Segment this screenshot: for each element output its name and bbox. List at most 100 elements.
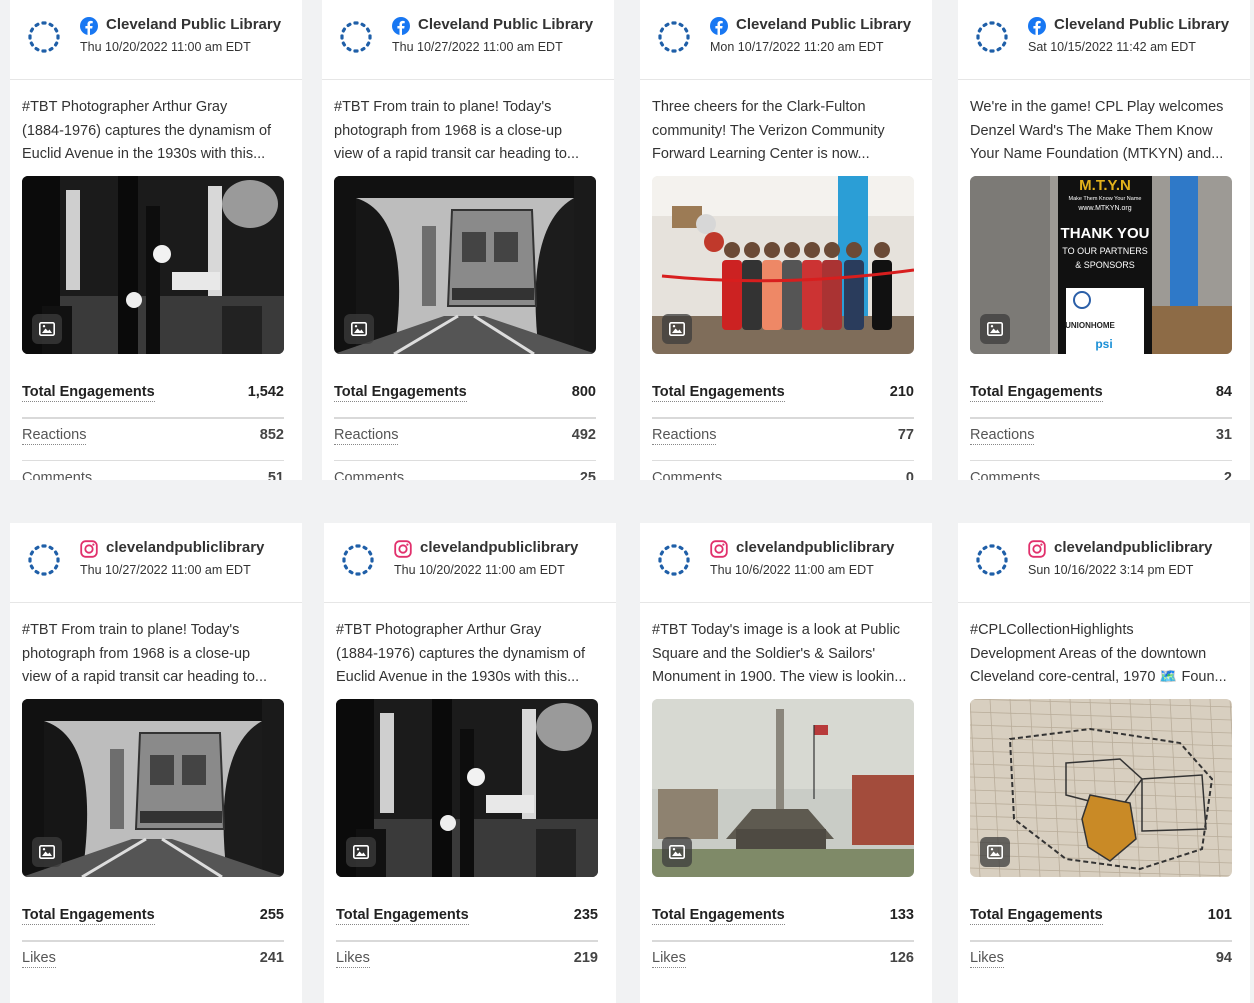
metric-reactions[interactable]: Reactions 852 [22, 427, 284, 451]
post-card-7[interactable]: clevelandpubliclibrary Thu 10/6/2022 11:… [640, 523, 932, 1003]
ribbon-cutting-photo[interactable] [652, 176, 914, 354]
post-caption[interactable]: We're in the game! CPL Play welcomes Denz… [970, 96, 1238, 167]
metric-reactions[interactable]: Reactions 492 [334, 427, 596, 451]
post-card-4[interactable]: Cleveland Public Library Sat 10/15/2022 … [958, 0, 1250, 480]
library-logo-avatar[interactable] [972, 540, 1012, 580]
euclid-avenue-night-photo[interactable] [336, 699, 598, 877]
metric-divider [22, 460, 284, 461]
library-logo-avatar[interactable] [654, 540, 694, 580]
metric-total-engagements[interactable]: Total Engagements 1,542 [22, 384, 284, 408]
metric-likes[interactable]: Likes 126 [652, 950, 914, 974]
caption-line: Three cheers for the Clark-Fulton [652, 99, 866, 115]
library-logo-avatar[interactable] [654, 17, 694, 57]
metric-comments[interactable]: Comments 25 [334, 470, 596, 480]
metric-label: Comments [652, 470, 722, 480]
metric-total-engagements[interactable]: Total Engagements 101 [970, 907, 1232, 931]
thank-you-sponsors-banner[interactable]: M.T.Y.N Make Them Know Your Name www.MTKYN… [970, 176, 1232, 354]
facebook-icon [710, 17, 728, 35]
euclid-avenue-night-photo[interactable] [22, 176, 284, 354]
library-logo-avatar[interactable] [972, 17, 1012, 57]
account-name[interactable]: Cleveland Public Library [1054, 16, 1229, 33]
metric-comments[interactable]: Comments 0 [652, 470, 914, 480]
library-logo-avatar[interactable] [336, 17, 376, 57]
metric-value: 77 [897, 427, 914, 443]
post-card-2[interactable]: Cleveland Public Library Thu 10/27/2022 … [322, 0, 614, 480]
metric-divider [22, 940, 284, 942]
downtown-map-photo[interactable] [970, 699, 1232, 877]
instagram-icon [710, 540, 728, 558]
caption-line: #TBT From train to plane! Today's [22, 622, 240, 638]
post-card-1[interactable]: Cleveland Public Library Thu 10/20/2022 … [10, 0, 302, 480]
metric-reactions[interactable]: Reactions 31 [970, 427, 1232, 451]
metric-value: 2 [1223, 470, 1232, 480]
account-name[interactable]: clevelandpubliclibrary [736, 539, 894, 556]
post-card-8[interactable]: clevelandpubliclibrary Sun 10/16/2022 3:… [958, 523, 1250, 1003]
metric-comments[interactable]: Comments 2 [970, 470, 1232, 480]
caption-line: community! The Verizon Community [652, 122, 885, 139]
account-name[interactable]: clevelandpubliclibrary [1054, 539, 1212, 556]
metric-total-engagements[interactable]: Total Engagements 84 [970, 384, 1232, 408]
post-caption[interactable]: #TBT From train to plane! Today's photogr… [22, 619, 290, 690]
metric-label: Total Engagements [970, 907, 1103, 925]
metric-label: Total Engagements [22, 907, 155, 925]
account-name[interactable]: Cleveland Public Library [106, 16, 281, 33]
metric-reactions[interactable]: Reactions 77 [652, 427, 914, 451]
post-date: Thu 10/27/2022 11:00 am EDT [392, 40, 563, 54]
post-caption[interactable]: #TBT Today's image is a look at Public Sq… [652, 619, 920, 690]
post-header: clevelandpubliclibrary Sun 10/16/2022 3:… [958, 523, 1250, 603]
post-date: Mon 10/17/2022 11:20 am EDT [710, 40, 884, 54]
post-card-6[interactable]: clevelandpubliclibrary Thu 10/20/2022 11… [324, 523, 616, 1003]
metric-total-engagements[interactable]: Total Engagements 133 [652, 907, 914, 931]
metric-value: 101 [1207, 907, 1232, 923]
post-caption[interactable]: #TBT From train to plane! Today's photogr… [334, 96, 602, 167]
metric-value: 235 [573, 907, 598, 923]
post-caption[interactable]: Three cheers for the Clark-Fulton communi… [652, 96, 920, 167]
image-icon [987, 322, 1003, 336]
post-caption[interactable]: #TBT Photographer Arthur Gray (1884-1976)… [22, 96, 290, 167]
metric-value: 51 [267, 470, 284, 480]
account-name[interactable]: Cleveland Public Library [736, 16, 911, 33]
metric-divider [336, 940, 598, 942]
banner-logo-text: M.T.Y.N [1079, 177, 1131, 194]
rapid-transit-car-photo[interactable] [334, 176, 596, 354]
metric-value: 31 [1215, 427, 1232, 443]
metric-likes[interactable]: Likes 241 [22, 950, 284, 974]
library-logo-avatar[interactable] [338, 540, 378, 580]
banner-line2-text: & SPONSORS [1075, 260, 1135, 270]
metric-divider [970, 940, 1232, 942]
metric-value: 492 [571, 427, 596, 443]
banner-site-text: www.MTKYN.org [1077, 205, 1131, 212]
image-icon [987, 845, 1003, 859]
post-caption[interactable]: #CPLCollectionHighlights Development Area… [970, 619, 1238, 690]
image-icon [353, 845, 369, 859]
post-card-3[interactable]: Cleveland Public Library Mon 10/17/2022 … [640, 0, 932, 480]
facebook-icon [1028, 17, 1046, 35]
rapid-transit-car-photo[interactable] [22, 699, 284, 877]
library-logo-avatar[interactable] [24, 17, 64, 57]
metric-label: Likes [652, 950, 686, 968]
metric-value: 94 [1215, 950, 1232, 966]
metric-total-engagements[interactable]: Total Engagements 210 [652, 384, 914, 408]
metric-likes[interactable]: Likes 219 [336, 950, 598, 974]
metric-divider [22, 417, 284, 419]
account-name[interactable]: clevelandpubliclibrary [106, 539, 264, 556]
metric-total-engagements[interactable]: Total Engagements 255 [22, 907, 284, 931]
library-logo-avatar[interactable] [24, 540, 64, 580]
metric-likes[interactable]: Likes 94 [970, 950, 1232, 974]
image-icon [39, 845, 55, 859]
post-date: Thu 10/20/2022 11:00 am EDT [80, 40, 251, 54]
account-name[interactable]: clevelandpubliclibrary [420, 539, 578, 556]
post-card-5[interactable]: clevelandpubliclibrary Thu 10/27/2022 11… [10, 523, 302, 1003]
banner-thanks-text: THANK YOU [1061, 225, 1150, 242]
caption-line: Monument in 1900. The view is lookin... [652, 669, 907, 685]
caption-line: photograph from 1968 is a close-up [22, 645, 251, 662]
metric-total-engagements[interactable]: Total Engagements 800 [334, 384, 596, 408]
metric-total-engagements[interactable]: Total Engagements 235 [336, 907, 598, 931]
post-caption[interactable]: #TBT Photographer Arthur Gray (1884-1976)… [336, 619, 604, 690]
metric-comments[interactable]: Comments 51 [22, 470, 284, 480]
public-square-monument-photo[interactable] [652, 699, 914, 877]
metric-value: 241 [259, 950, 284, 966]
instagram-icon [1028, 540, 1046, 558]
caption-line: Square and the Soldier's & Sailors' [652, 645, 876, 662]
account-name[interactable]: Cleveland Public Library [418, 16, 593, 33]
